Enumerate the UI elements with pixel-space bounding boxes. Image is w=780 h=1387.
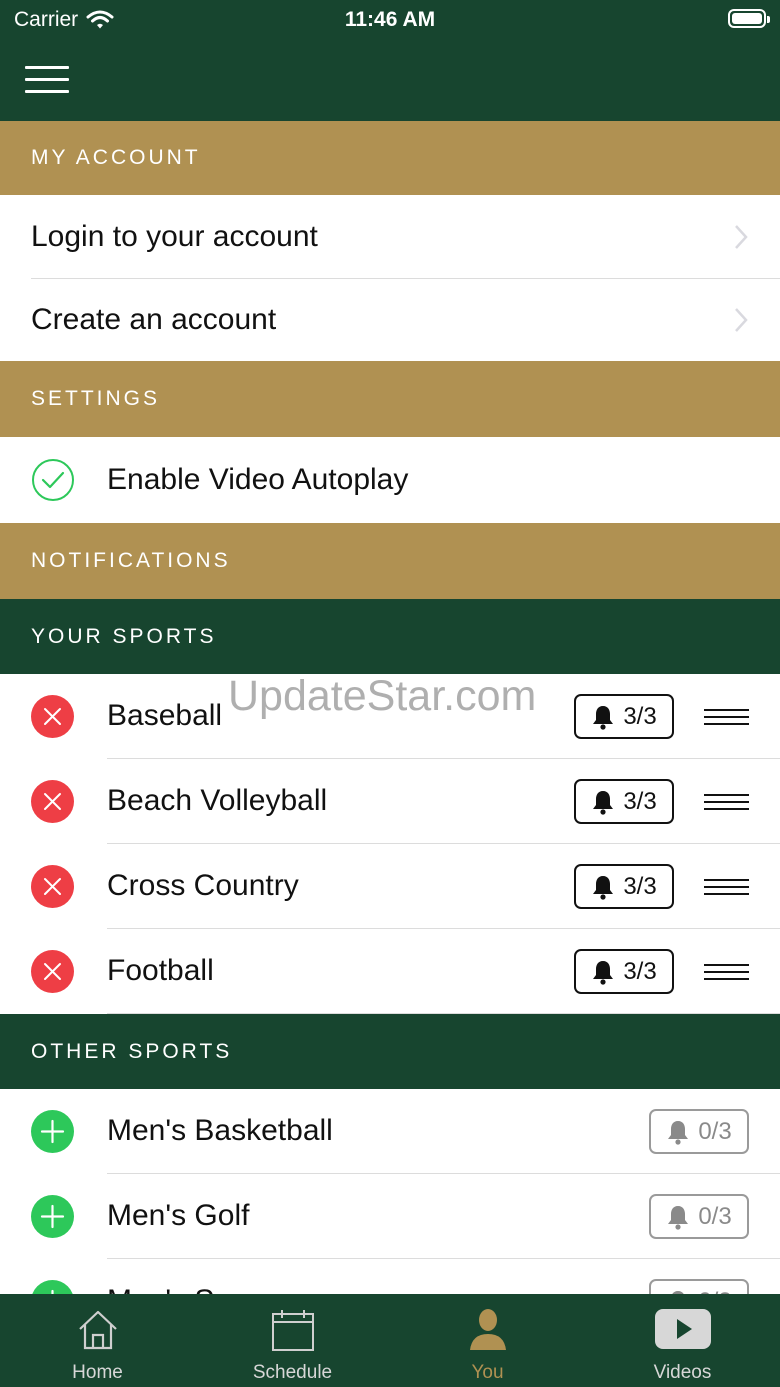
- drag-handle-icon[interactable]: [704, 709, 749, 725]
- sport-row[interactable]: Baseball 3/3: [0, 674, 780, 758]
- bell-icon: [593, 875, 614, 900]
- chevron-right-icon: [735, 224, 748, 249]
- drag-handle-icon[interactable]: [704, 964, 749, 980]
- tab-home-label: Home: [72, 1362, 123, 1383]
- sport-name: Football: [107, 954, 214, 987]
- calendar-icon: [271, 1310, 314, 1351]
- notification-count-button[interactable]: 0/3: [649, 1194, 749, 1239]
- notification-count-button[interactable]: 3/3: [574, 949, 674, 994]
- sport-row[interactable]: Beach Volleyball 3/3: [0, 759, 780, 843]
- tab-videos-label: Videos: [653, 1362, 712, 1383]
- chevron-right-icon: [735, 308, 748, 332]
- drag-handle-icon[interactable]: [704, 879, 749, 895]
- tab-schedule-label: Schedule: [252, 1362, 333, 1383]
- status-bar: Carrier 11:46 AM: [0, 0, 780, 44]
- clock: 11:46 AM: [344, 8, 436, 31]
- home-icon: [78, 1310, 117, 1350]
- sport-name: Cross Country: [107, 869, 299, 902]
- remove-circle-icon[interactable]: [31, 695, 74, 738]
- bell-icon: [593, 790, 614, 815]
- notification-count: 3/3: [623, 872, 657, 900]
- section-my-account: MY ACCOUNT: [0, 121, 780, 195]
- section-your-sports: YOUR SPORTS: [0, 599, 780, 674]
- top-bar: Carrier 11:46 AM: [0, 0, 780, 121]
- sport-name: Men's Basketball: [107, 1114, 333, 1147]
- notification-count-button[interactable]: 0/3: [649, 1109, 749, 1154]
- sport-row[interactable]: Cross Country 3/3: [0, 844, 780, 928]
- tab-videos[interactable]: Videos: [585, 1294, 780, 1387]
- notification-count-button[interactable]: 3/3: [574, 864, 674, 909]
- tab-home[interactable]: Home: [0, 1294, 195, 1387]
- section-settings: SETTINGS: [0, 361, 780, 437]
- sport-name: Men's Golf: [107, 1199, 250, 1232]
- play-icon: [654, 1309, 711, 1349]
- login-label: Login to your account: [31, 219, 318, 253]
- notification-count: 0/3: [698, 1117, 732, 1145]
- login-row[interactable]: Login to your account: [0, 195, 780, 278]
- tab-you-label: You: [471, 1362, 504, 1383]
- bell-icon: [668, 1120, 689, 1145]
- remove-circle-icon[interactable]: [31, 865, 74, 908]
- sport-row[interactable]: Men's Basketball 0/3: [0, 1089, 780, 1173]
- autoplay-label: Enable Video Autoplay: [107, 463, 409, 496]
- bell-icon: [593, 705, 614, 730]
- check-circle-icon[interactable]: [31, 458, 75, 502]
- remove-circle-icon[interactable]: [31, 950, 74, 993]
- sport-name: Baseball: [107, 699, 223, 732]
- sport-row[interactable]: Men's Golf 0/3: [0, 1174, 780, 1258]
- create-account-label: Create an account: [31, 303, 277, 336]
- notification-count-button[interactable]: 3/3: [574, 779, 674, 824]
- bell-icon: [668, 1205, 689, 1230]
- person-icon: [469, 1309, 506, 1350]
- drag-handle-icon[interactable]: [704, 794, 749, 810]
- sport-row[interactable]: Football 3/3: [0, 929, 780, 1013]
- notification-count: 3/3: [623, 787, 657, 815]
- add-circle-icon[interactable]: [31, 1195, 74, 1238]
- battery-icon: [728, 9, 770, 28]
- sport-name: Beach Volleyball: [107, 784, 328, 817]
- menu-button[interactable]: [25, 66, 69, 94]
- bell-icon: [593, 960, 614, 985]
- notification-count: 0/3: [698, 1202, 732, 1230]
- notification-count: 3/3: [623, 702, 657, 730]
- section-other-sports: OTHER SPORTS: [0, 1014, 780, 1089]
- remove-circle-icon[interactable]: [31, 780, 74, 823]
- create-account-row[interactable]: Create an account: [0, 279, 780, 361]
- section-notifications: NOTIFICATIONS: [0, 523, 780, 599]
- notification-count: 3/3: [623, 957, 657, 985]
- tab-schedule[interactable]: Schedule: [195, 1294, 390, 1387]
- add-circle-icon[interactable]: [31, 1110, 74, 1153]
- notification-count-button[interactable]: 3/3: [574, 694, 674, 739]
- tab-bar: Home Schedule You Videos: [0, 1294, 780, 1387]
- autoplay-row[interactable]: Enable Video Autoplay: [0, 437, 780, 523]
- tab-you[interactable]: You: [390, 1294, 585, 1387]
